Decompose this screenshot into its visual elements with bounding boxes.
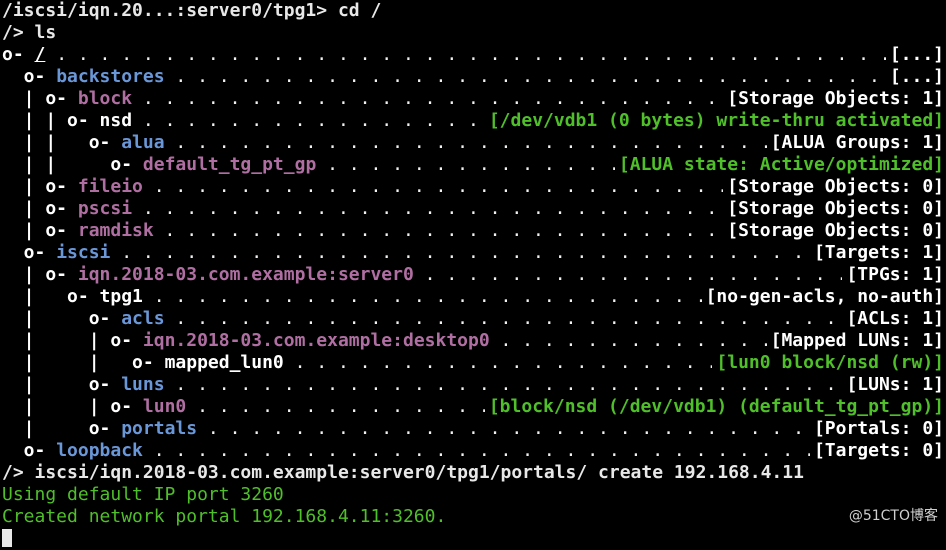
tree-branch: | o- [2,264,78,285]
tree-branch: | o- [2,418,122,439]
tree-row: | o- luns . . . . . . . . . . . . . . . … [2,374,946,396]
output-line: Using default IP port 3260 [2,484,284,505]
node-status: [Targets: 1] [809,242,944,264]
tree-node-name: tpg1 [99,286,143,307]
node-status: [Storage Objects: 0] [723,176,944,198]
tree-branch: | o- [2,374,122,395]
tree-branch: | o- [2,198,78,219]
tree-node-name: luns [121,374,165,395]
tree-node-name: mapped_lun0 [164,352,284,373]
node-status: [Storage Objects: 0] [723,220,944,242]
node-status: [Storage Objects: 0] [723,198,944,220]
tree-row: | | o- nsd . . . . . . . . . . . . . . .… [2,110,946,132]
node-status: [Targets: 0] [809,440,944,462]
tree-row: | o- block . . . . . . . . . . . . . . .… [2,88,946,110]
tree-row: | o- tpg1 . . . . . . . . . . . . . . . … [2,286,946,308]
tree-row: | | o- iqn.2018-03.com.example:desktop0 … [2,330,946,352]
watermark: @51CTO博客 [848,508,938,524]
cursor-line [2,528,946,550]
node-status: [no-gen-acls, no-auth] [701,286,944,308]
tree-branch: o- [2,440,57,461]
dot-leader: . . . . . . . . . . . . . . . . . . . . … [175,308,944,329]
tree-node-name: pscsi [77,198,133,219]
dot-leader: . . . . . . . . . . . . . . . . . . . . … [56,44,946,65]
tree-branch: | o- [2,220,78,241]
tree-branch: o- [2,66,57,87]
tree-branch: | o- [2,308,122,329]
tree-node-name: lun0 [142,396,187,417]
tree-node-name: portals [121,418,198,439]
node-status: [ACLs: 1] [842,308,944,330]
tree-branch: | | o- [2,154,143,175]
tree-branch: | | o- [2,352,165,373]
prompt-line: /> ls [2,22,57,43]
node-status: [Portals: 0] [809,418,944,440]
tree-branch: | | o- [2,132,122,153]
tree-branch: | | o- [2,110,100,131]
tree-row: | o- ramdisk . . . . . . . . . . . . . .… [2,220,946,242]
node-status: [block/nsd (/dev/vdb1) (default_tg_pt_gp… [484,396,944,418]
tree-node-name: acls [121,308,165,329]
node-status: [Mapped LUNs: 1] [766,330,944,352]
terminal-window[interactable]: /iscsi/iqn.20...:server0/tpg1> cd //> ls… [2,0,946,550]
tree-branch: | | o- [2,330,143,351]
tree-row: | | o- default_tg_pt_gp . . . . . . . . … [2,154,946,176]
node-status: [...] [885,66,944,88]
node-status: [Storage Objects: 1] [723,88,944,110]
prompt-line: /iscsi/iqn.20...:server0/tpg1> cd / [2,0,382,21]
tree-row: o- iscsi . . . . . . . . . . . . . . . .… [2,242,946,264]
tree-row: | o- iqn.2018-03.com.example:server0 . .… [2,264,946,286]
tree-node-name: default_tg_pt_gp [142,154,317,175]
tree-node-name: alua [121,132,165,153]
tree-node-name: iqn.2018-03.com.example:desktop0 [142,330,490,351]
tree-branch: o- [2,242,57,263]
node-status: [TPGs: 1] [842,264,944,286]
tree-row: | | o- mapped_lun0 . . . . . . . . . . .… [2,352,946,374]
tree-node-name: backstores [56,66,165,87]
tree-row: | o- portals . . . . . . . . . . . . . .… [2,418,946,440]
tree-node-name: iscsi [56,242,111,263]
tree-node-name: / [34,44,46,65]
tree-row: | | o- alua . . . . . . . . . . . . . . … [2,132,946,154]
tree-node-name: block [77,88,133,109]
tree-node-name: loopback [56,440,143,461]
tree-row: o- backstores . . . . . . . . . . . . . … [2,66,946,88]
dot-leader: . . . . . . . . . . . . . . . . . . . . … [175,374,944,395]
tree-node-name: nsd [99,110,133,131]
text-cursor [2,529,12,547]
node-status: [ALUA Groups: 1] [766,132,944,154]
output-line: Created network portal 192.168.4.11:3260… [2,506,447,527]
tree-row: | o- acls . . . . . . . . . . . . . . . … [2,308,946,330]
node-status: [...] [885,44,944,66]
node-status: [/dev/vdb1 (0 bytes) write-thru activate… [484,110,944,132]
node-status: [LUNs: 1] [842,374,944,396]
tree-branch: o- [2,44,35,65]
tree-row: | | o- lun0 . . . . . . . . . . . . . . … [2,396,946,418]
node-status: [lun0 block/nsd (rw)] [712,352,944,374]
tree-branch: | | o- [2,396,143,417]
tree-node-name: fileio [77,176,143,197]
dot-leader: . . . . . . . . . . . . . . . . . . . . … [175,66,944,87]
tree-branch: | o- [2,176,78,197]
tree-row: o- loopback . . . . . . . . . . . . . . … [2,440,946,462]
tree-row: o- / . . . . . . . . . . . . . . . . . .… [2,44,946,66]
tree-branch: | o- [2,88,78,109]
output-line: /> iscsi/iqn.2018-03.com.example:server0… [2,462,804,483]
tree-row: | o- pscsi . . . . . . . . . . . . . . .… [2,198,946,220]
tree-node-name: ramdisk [77,220,154,241]
tree-row: | o- fileio . . . . . . . . . . . . . . … [2,176,946,198]
node-status: [ALUA state: Active/optimized] [614,154,944,176]
tree-branch: | o- [2,286,100,307]
tree-node-name: iqn.2018-03.com.example:server0 [77,264,414,285]
